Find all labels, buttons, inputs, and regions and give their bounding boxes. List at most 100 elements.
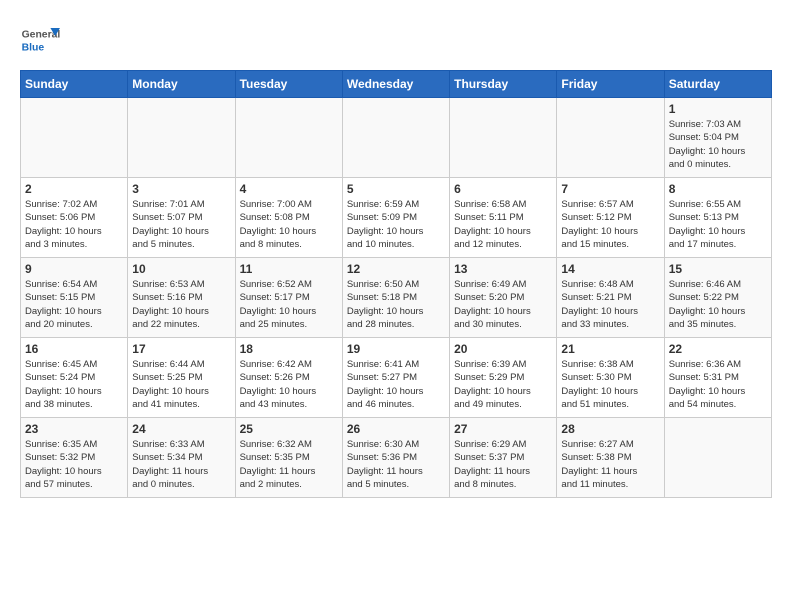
day-info: Sunrise: 7:00 AM Sunset: 5:08 PM Dayligh…	[240, 198, 338, 251]
day-number: 5	[347, 182, 445, 196]
day-number: 19	[347, 342, 445, 356]
header-row: SundayMondayTuesdayWednesdayThursdayFrid…	[21, 71, 772, 98]
day-info: Sunrise: 6:44 AM Sunset: 5:25 PM Dayligh…	[132, 358, 230, 411]
day-cell: 12 Sunrise: 6:50 AM Sunset: 5:18 PM Dayli…	[342, 258, 449, 338]
day-number: 26	[347, 422, 445, 436]
day-number: 7	[561, 182, 659, 196]
day-number: 18	[240, 342, 338, 356]
header-cell-thursday: Thursday	[450, 71, 557, 98]
day-info: Sunrise: 6:41 AM Sunset: 5:27 PM Dayligh…	[347, 358, 445, 411]
day-number: 24	[132, 422, 230, 436]
calendar-table: SundayMondayTuesdayWednesdayThursdayFrid…	[20, 70, 772, 498]
logo: General Blue	[20, 20, 64, 60]
day-number: 14	[561, 262, 659, 276]
day-info: Sunrise: 7:03 AM Sunset: 5:04 PM Dayligh…	[669, 118, 767, 171]
day-cell: 15 Sunrise: 6:46 AM Sunset: 5:22 PM Dayli…	[664, 258, 771, 338]
week-row-4: 23Sunrise: 6:35 AM Sunset: 5:32 PM Dayli…	[21, 418, 772, 498]
day-info: Sunrise: 6:49 AM Sunset: 5:20 PM Dayligh…	[454, 278, 552, 331]
day-info: Sunrise: 6:48 AM Sunset: 5:21 PM Dayligh…	[561, 278, 659, 331]
day-cell: 6 Sunrise: 6:58 AM Sunset: 5:11 PM Daylig…	[450, 178, 557, 258]
day-cell: 20 Sunrise: 6:39 AM Sunset: 5:29 PM Dayli…	[450, 338, 557, 418]
day-cell: 13 Sunrise: 6:49 AM Sunset: 5:20 PM Dayli…	[450, 258, 557, 338]
day-cell: 28 Sunrise: 6:27 AM Sunset: 5:38 PM Dayli…	[557, 418, 664, 498]
day-cell: 18Sunrise: 6:42 AM Sunset: 5:26 PM Dayli…	[235, 338, 342, 418]
week-row-0: 1 Sunrise: 7:03 AM Sunset: 5:04 PM Daylig…	[21, 98, 772, 178]
week-row-2: 9 Sunrise: 6:54 AM Sunset: 5:15 PM Daylig…	[21, 258, 772, 338]
day-info: Sunrise: 6:29 AM Sunset: 5:37 PM Dayligh…	[454, 438, 552, 491]
day-cell	[128, 98, 235, 178]
day-cell: 2 Sunrise: 7:02 AM Sunset: 5:06 PM Daylig…	[21, 178, 128, 258]
day-cell: 5 Sunrise: 6:59 AM Sunset: 5:09 PM Daylig…	[342, 178, 449, 258]
day-number: 23	[25, 422, 123, 436]
day-cell: 22 Sunrise: 6:36 AM Sunset: 5:31 PM Dayli…	[664, 338, 771, 418]
day-info: Sunrise: 6:46 AM Sunset: 5:22 PM Dayligh…	[669, 278, 767, 331]
day-cell	[450, 98, 557, 178]
day-number: 22	[669, 342, 767, 356]
day-number: 9	[25, 262, 123, 276]
svg-text:Blue: Blue	[22, 42, 45, 53]
day-cell	[557, 98, 664, 178]
day-info: Sunrise: 6:30 AM Sunset: 5:36 PM Dayligh…	[347, 438, 445, 491]
day-number: 15	[669, 262, 767, 276]
header-cell-friday: Friday	[557, 71, 664, 98]
day-number: 13	[454, 262, 552, 276]
day-number: 4	[240, 182, 338, 196]
day-info: Sunrise: 7:01 AM Sunset: 5:07 PM Dayligh…	[132, 198, 230, 251]
day-cell: 11 Sunrise: 6:52 AM Sunset: 5:17 PM Dayli…	[235, 258, 342, 338]
calendar-body: 1 Sunrise: 7:03 AM Sunset: 5:04 PM Daylig…	[21, 98, 772, 498]
day-info: Sunrise: 6:50 AM Sunset: 5:18 PM Dayligh…	[347, 278, 445, 331]
day-info: Sunrise: 6:32 AM Sunset: 5:35 PM Dayligh…	[240, 438, 338, 491]
day-number: 17	[132, 342, 230, 356]
day-info: Sunrise: 6:59 AM Sunset: 5:09 PM Dayligh…	[347, 198, 445, 251]
day-cell: 27Sunrise: 6:29 AM Sunset: 5:37 PM Dayli…	[450, 418, 557, 498]
day-cell: 9 Sunrise: 6:54 AM Sunset: 5:15 PM Daylig…	[21, 258, 128, 338]
day-cell: 3Sunrise: 7:01 AM Sunset: 5:07 PM Daylig…	[128, 178, 235, 258]
day-info: Sunrise: 6:27 AM Sunset: 5:38 PM Dayligh…	[561, 438, 659, 491]
day-number: 16	[25, 342, 123, 356]
day-info: Sunrise: 6:52 AM Sunset: 5:17 PM Dayligh…	[240, 278, 338, 331]
day-number: 11	[240, 262, 338, 276]
header-cell-sunday: Sunday	[21, 71, 128, 98]
day-info: Sunrise: 7:02 AM Sunset: 5:06 PM Dayligh…	[25, 198, 123, 251]
day-info: Sunrise: 6:55 AM Sunset: 5:13 PM Dayligh…	[669, 198, 767, 251]
day-cell: 16 Sunrise: 6:45 AM Sunset: 5:24 PM Dayli…	[21, 338, 128, 418]
day-cell: 21 Sunrise: 6:38 AM Sunset: 5:30 PM Dayli…	[557, 338, 664, 418]
week-row-3: 16 Sunrise: 6:45 AM Sunset: 5:24 PM Dayli…	[21, 338, 772, 418]
day-cell: 24 Sunrise: 6:33 AM Sunset: 5:34 PM Dayli…	[128, 418, 235, 498]
day-cell	[664, 418, 771, 498]
day-info: Sunrise: 6:36 AM Sunset: 5:31 PM Dayligh…	[669, 358, 767, 411]
day-cell: 23Sunrise: 6:35 AM Sunset: 5:32 PM Dayli…	[21, 418, 128, 498]
day-number: 8	[669, 182, 767, 196]
day-number: 1	[669, 102, 767, 116]
day-cell	[342, 98, 449, 178]
day-cell: 7 Sunrise: 6:57 AM Sunset: 5:12 PM Daylig…	[557, 178, 664, 258]
logo-icon: General Blue	[20, 20, 60, 60]
day-number: 21	[561, 342, 659, 356]
day-number: 12	[347, 262, 445, 276]
day-number: 20	[454, 342, 552, 356]
day-cell: 26 Sunrise: 6:30 AM Sunset: 5:36 PM Dayli…	[342, 418, 449, 498]
day-info: Sunrise: 6:38 AM Sunset: 5:30 PM Dayligh…	[561, 358, 659, 411]
day-number: 25	[240, 422, 338, 436]
header-cell-saturday: Saturday	[664, 71, 771, 98]
page-header: General Blue	[20, 20, 772, 60]
day-number: 6	[454, 182, 552, 196]
day-number: 2	[25, 182, 123, 196]
day-info: Sunrise: 6:53 AM Sunset: 5:16 PM Dayligh…	[132, 278, 230, 331]
day-info: Sunrise: 6:54 AM Sunset: 5:15 PM Dayligh…	[25, 278, 123, 331]
day-cell: 19 Sunrise: 6:41 AM Sunset: 5:27 PM Dayli…	[342, 338, 449, 418]
day-cell: 10Sunrise: 6:53 AM Sunset: 5:16 PM Dayli…	[128, 258, 235, 338]
header-cell-monday: Monday	[128, 71, 235, 98]
day-info: Sunrise: 6:39 AM Sunset: 5:29 PM Dayligh…	[454, 358, 552, 411]
day-info: Sunrise: 6:33 AM Sunset: 5:34 PM Dayligh…	[132, 438, 230, 491]
header-cell-wednesday: Wednesday	[342, 71, 449, 98]
day-info: Sunrise: 6:57 AM Sunset: 5:12 PM Dayligh…	[561, 198, 659, 251]
day-cell	[21, 98, 128, 178]
day-cell: 4 Sunrise: 7:00 AM Sunset: 5:08 PM Daylig…	[235, 178, 342, 258]
day-info: Sunrise: 6:45 AM Sunset: 5:24 PM Dayligh…	[25, 358, 123, 411]
day-cell: 14 Sunrise: 6:48 AM Sunset: 5:21 PM Dayli…	[557, 258, 664, 338]
calendar-header: SundayMondayTuesdayWednesdayThursdayFrid…	[21, 71, 772, 98]
day-number: 28	[561, 422, 659, 436]
day-cell	[235, 98, 342, 178]
day-info: Sunrise: 6:58 AM Sunset: 5:11 PM Dayligh…	[454, 198, 552, 251]
